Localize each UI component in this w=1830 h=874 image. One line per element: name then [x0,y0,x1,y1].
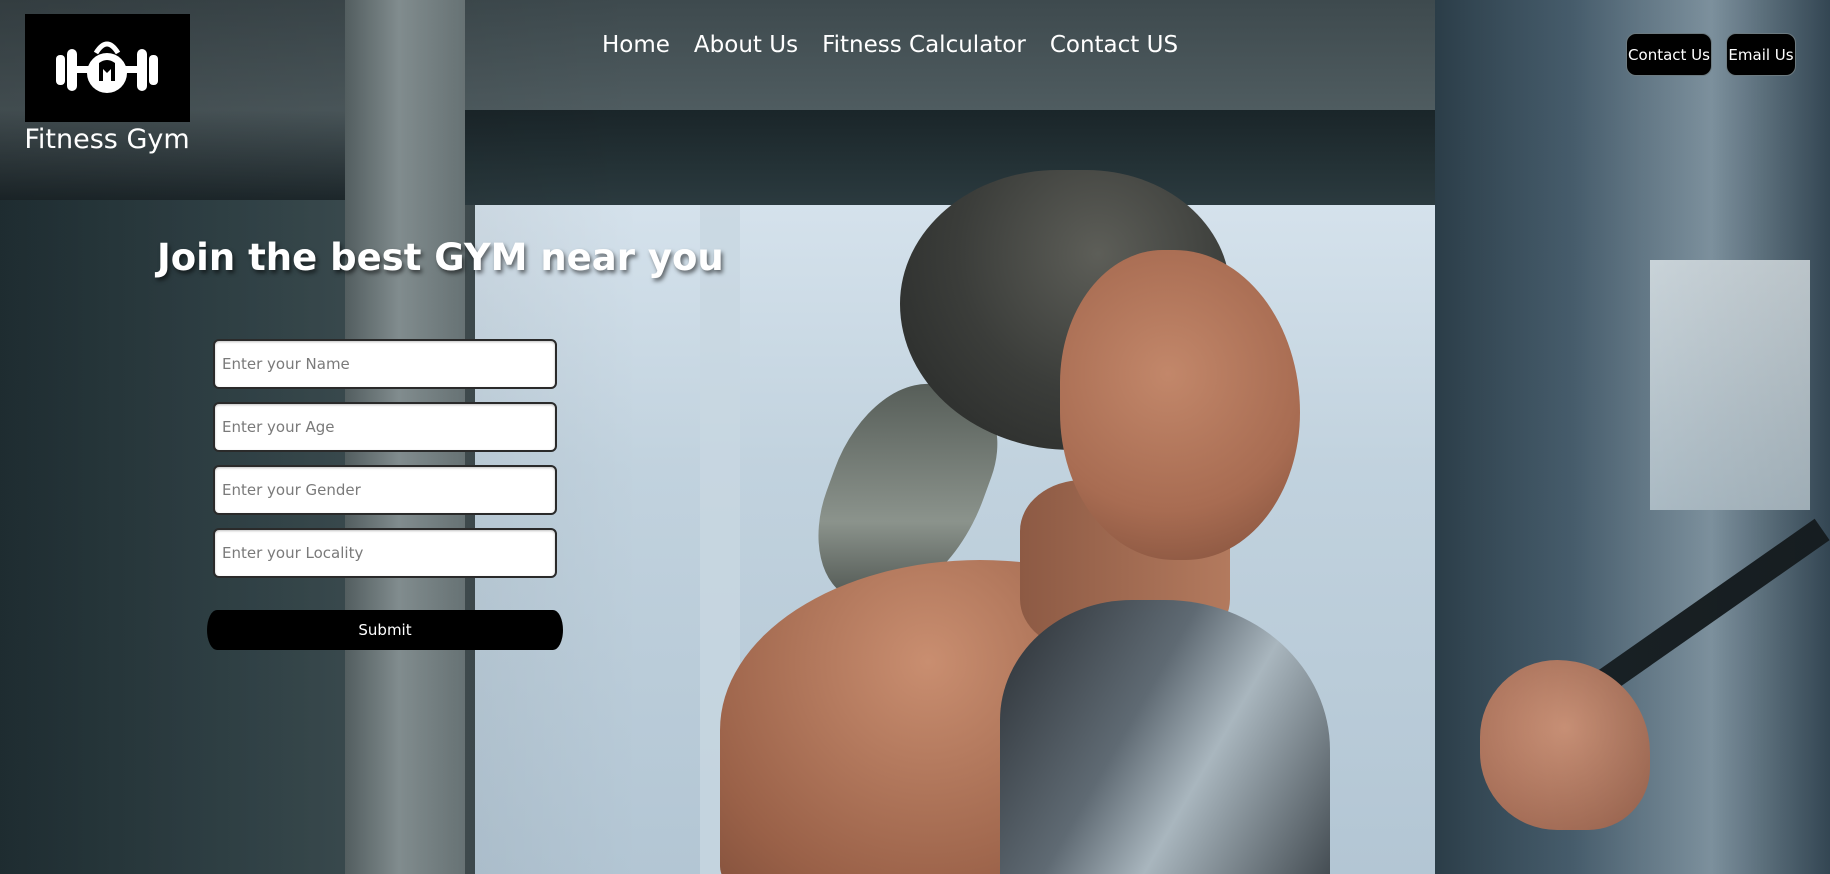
name-field[interactable] [213,339,557,389]
nav-contact-us[interactable]: Contact US [1050,32,1178,58]
header-actions: Contact Us Email Us [1626,33,1796,76]
age-field[interactable] [213,402,557,452]
hero-title: Join the best GYM near you [157,236,724,279]
gender-field[interactable] [213,465,557,515]
nav-home[interactable]: Home [602,32,670,58]
nav-about-us[interactable]: About Us [694,32,798,58]
brand-logo[interactable]: Fitness Gym [24,14,190,155]
kettlebell-dumbbell-icon [24,14,190,122]
join-form [213,339,557,591]
brand-name: Fitness Gym [24,124,190,155]
main-nav: Home About Us Fitness Calculator Contact… [602,32,1178,58]
email-us-button[interactable]: Email Us [1726,33,1796,76]
locality-field[interactable] [213,528,557,578]
submit-button[interactable]: Submit [207,610,563,650]
nav-fitness-calculator[interactable]: Fitness Calculator [822,32,1026,58]
contact-us-button[interactable]: Contact Us [1626,33,1712,76]
